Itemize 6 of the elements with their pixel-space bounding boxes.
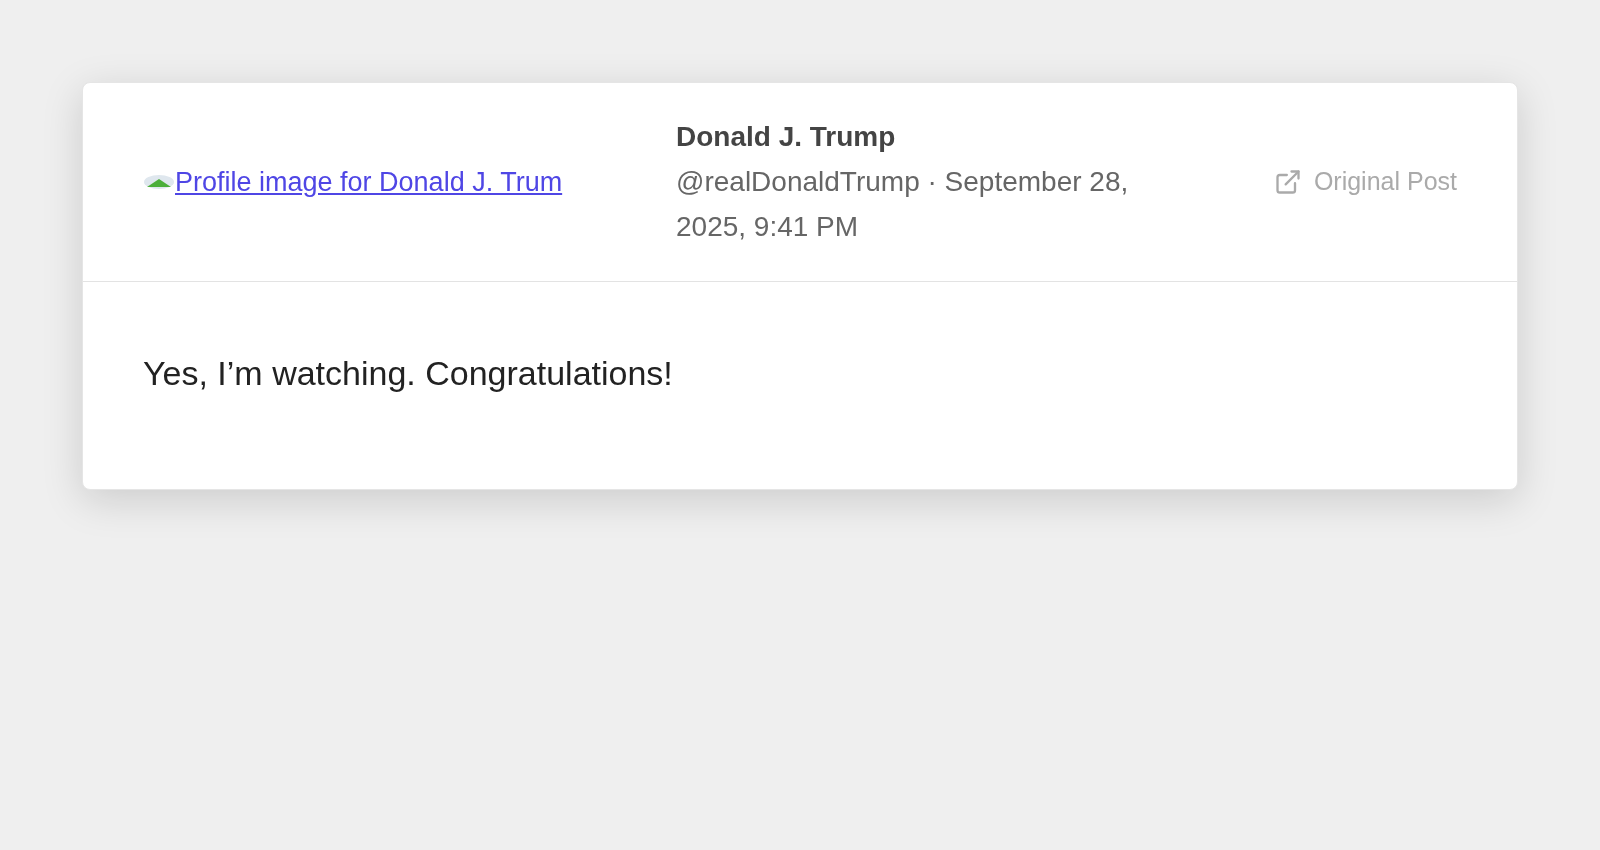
author-name: Donald J. Trump bbox=[676, 120, 897, 154]
avatar-alt-link[interactable]: Profile image for Donald J. Trum bbox=[175, 165, 563, 199]
post-meta: @realDonaldTrump · September 28, 2025, 9:41 PM bbox=[676, 165, 1130, 244]
broken-image-icon bbox=[143, 173, 175, 191]
post-text: Yes, I’m watching. Congratulations! bbox=[143, 353, 674, 394]
external-link-icon bbox=[1273, 168, 1302, 196]
